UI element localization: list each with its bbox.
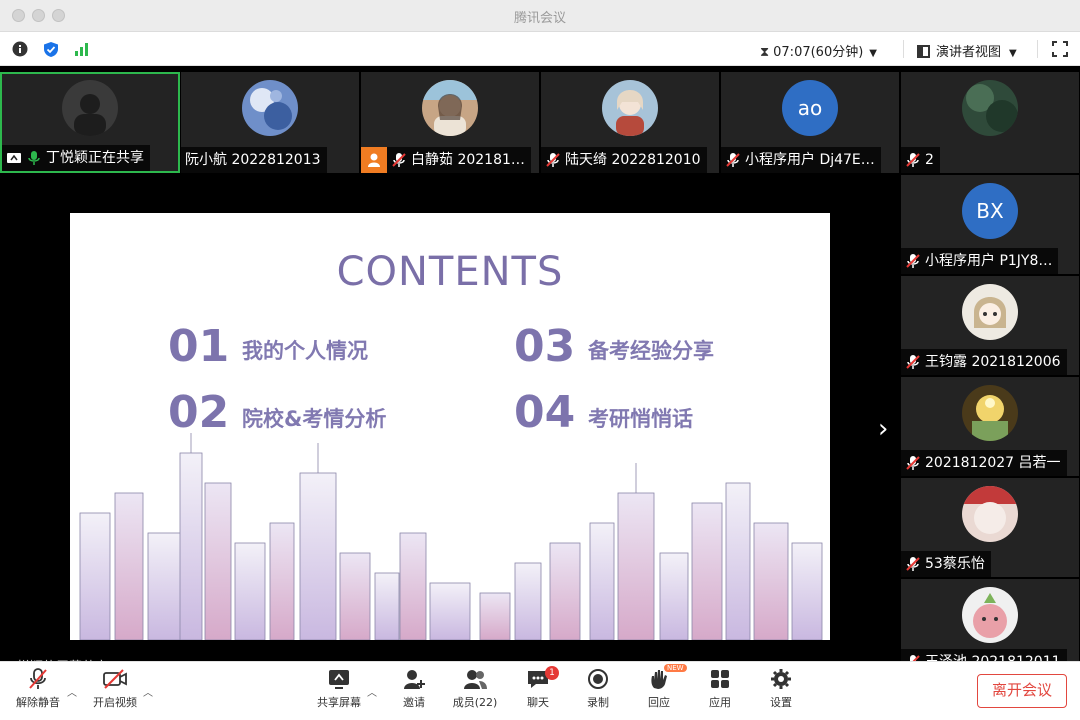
- mic-muted-icon: [546, 153, 560, 167]
- city-skyline-illustration: [79, 433, 823, 640]
- add-person-icon: [404, 670, 425, 689]
- new-tag: NEW: [664, 664, 687, 672]
- avatar: [962, 284, 1018, 340]
- meeting-toolbar: 解除静音 ︿ 开启视频 ︿ 共享屏幕 ︿ 邀请 成员(22) 聊天 1 录制 回…: [0, 661, 1080, 720]
- members-icon: [464, 670, 487, 689]
- avatar: [242, 80, 298, 136]
- chevron-up-icon[interactable]: ︿: [367, 684, 377, 699]
- avatar: [962, 80, 1018, 136]
- participant-nameplate: 53蔡乐怡: [901, 551, 991, 577]
- meeting-info-bar: ⧗ 07:07(60分钟) ▼ 演讲者视图 ▼: [0, 32, 1080, 66]
- share-screen-icon: [329, 670, 349, 689]
- gear-icon: [771, 669, 791, 689]
- participant-nameplate: 小程序用户 Dj47E…: [721, 147, 881, 173]
- participant-tile[interactable]: 陆天绮 2022812010: [541, 72, 719, 173]
- participant-tile[interactable]: 白静茹 202181…: [361, 72, 539, 173]
- camera-off-icon: [103, 669, 127, 689]
- contents-number: 01: [168, 321, 230, 372]
- window-titlebar: 腾讯会议: [0, 0, 1080, 32]
- avatar: [62, 80, 118, 136]
- mic-muted-icon: [906, 153, 920, 167]
- record-button[interactable]: 录制: [563, 668, 633, 710]
- participant-nameplate: 2021812027 吕若一: [901, 450, 1067, 476]
- apps-grid-icon: [711, 670, 729, 688]
- participant-tile[interactable]: 王钧露 2021812006: [901, 276, 1079, 375]
- chevron-down-icon: ▼: [869, 48, 877, 59]
- participant-nameplate: 丁悦颖正在共享: [2, 145, 150, 171]
- contents-label: 考研悄悄话: [588, 407, 693, 431]
- screen-share-icon: [7, 153, 21, 163]
- info-icon[interactable]: [12, 41, 28, 57]
- unread-badge: 1: [545, 666, 559, 680]
- divider: [1037, 40, 1038, 58]
- avatar: [422, 80, 478, 136]
- participant-nameplate: 阮小航 2022812013: [181, 147, 327, 173]
- participant-nameplate: 小程序用户 P1JY8…: [901, 248, 1059, 274]
- avatar: [962, 587, 1018, 643]
- participant-nameplate: 白静茹 202181…: [361, 147, 531, 173]
- contents-number: 04: [514, 387, 576, 438]
- participant-nameplate: 陆天绮 2022812010: [541, 147, 707, 173]
- start-video-button[interactable]: 开启视频: [80, 668, 150, 710]
- fullscreen-icon[interactable]: [1052, 41, 1068, 57]
- record-icon: [588, 669, 608, 689]
- slide-title: CONTENTS: [336, 249, 564, 295]
- hourglass-icon: ⧗: [760, 45, 770, 60]
- unmute-button[interactable]: 解除静音: [3, 668, 73, 710]
- participant-tile[interactable]: 53蔡乐怡: [901, 478, 1079, 577]
- view-mode-selector[interactable]: 演讲者视图 ▼: [917, 41, 1017, 60]
- avatar: [962, 385, 1018, 441]
- avatar: [602, 80, 658, 136]
- mic-muted-icon: [906, 355, 920, 369]
- mic-muted-icon: [906, 557, 920, 571]
- participant-tile[interactable]: ao 小程序用户 Dj47E…: [721, 72, 899, 173]
- participant-tile[interactable]: 丁悦颖正在共享: [0, 72, 180, 173]
- meeting-timer[interactable]: ⧗ 07:07(60分钟) ▼: [760, 41, 877, 60]
- mic-muted-icon: [392, 153, 406, 167]
- shared-screen-slide: CONTENTS 01 我的个人情况 02 院校&考情分析 03 备考经验分享 …: [70, 213, 830, 640]
- participant-nameplate: 王泽池 2021812011: [901, 649, 1067, 661]
- chevron-down-icon: ▼: [1009, 48, 1017, 59]
- participant-nameplate: 2: [901, 147, 940, 173]
- mic-muted-icon: [906, 456, 920, 470]
- window-title: 腾讯会议: [513, 11, 566, 26]
- participant-tile[interactable]: BX 小程序用户 P1JY8…: [901, 175, 1079, 274]
- invite-button[interactable]: 邀请: [379, 668, 449, 710]
- members-button[interactable]: 成员(22): [440, 668, 510, 710]
- reaction-button[interactable]: 回应 NEW: [624, 664, 694, 710]
- layout-icon: [917, 45, 930, 58]
- settings-button[interactable]: 设置: [746, 668, 816, 710]
- mic-muted-icon: [910, 655, 920, 661]
- contents-label: 备考经验分享: [588, 339, 714, 363]
- contents-label: 院校&考情分析: [242, 407, 387, 431]
- share-screen-button[interactable]: 共享屏幕: [304, 668, 374, 710]
- participant-tile[interactable]: 2021812027 吕若一: [901, 377, 1079, 476]
- avatar: ao: [782, 80, 838, 136]
- host-badge: [361, 147, 387, 173]
- video-stage: 丁悦颖正在共享 阮小航 2022812013 白静茹 202181… 陆天绮 2…: [0, 66, 1080, 675]
- chevron-right-icon[interactable]: ›: [878, 414, 888, 444]
- signal-strength-icon[interactable]: [74, 41, 90, 57]
- participant-tile[interactable]: 阮小航 2022812013: [181, 72, 359, 173]
- participant-tile[interactable]: 王泽池 2021812011: [901, 579, 1079, 661]
- mic-muted-icon: [29, 668, 47, 689]
- divider: [903, 40, 904, 58]
- contents-label: 我的个人情况: [242, 339, 368, 363]
- security-shield-icon[interactable]: [43, 41, 59, 58]
- apps-button[interactable]: 应用: [685, 668, 755, 710]
- chevron-up-icon[interactable]: ︿: [67, 684, 77, 699]
- chevron-up-icon[interactable]: ︿: [143, 684, 153, 699]
- avatar: BX: [962, 183, 1018, 239]
- mic-muted-icon: [726, 153, 740, 167]
- contents-number: 02: [168, 387, 230, 438]
- leave-meeting-button[interactable]: 离开会议: [977, 674, 1067, 708]
- participant-tile[interactable]: 2: [901, 72, 1079, 173]
- participant-nameplate: 王钧露 2021812006: [901, 349, 1067, 375]
- avatar: [962, 486, 1018, 542]
- contents-number: 03: [514, 321, 576, 372]
- mic-muted-icon: [906, 254, 920, 268]
- mic-on-icon: [28, 151, 40, 165]
